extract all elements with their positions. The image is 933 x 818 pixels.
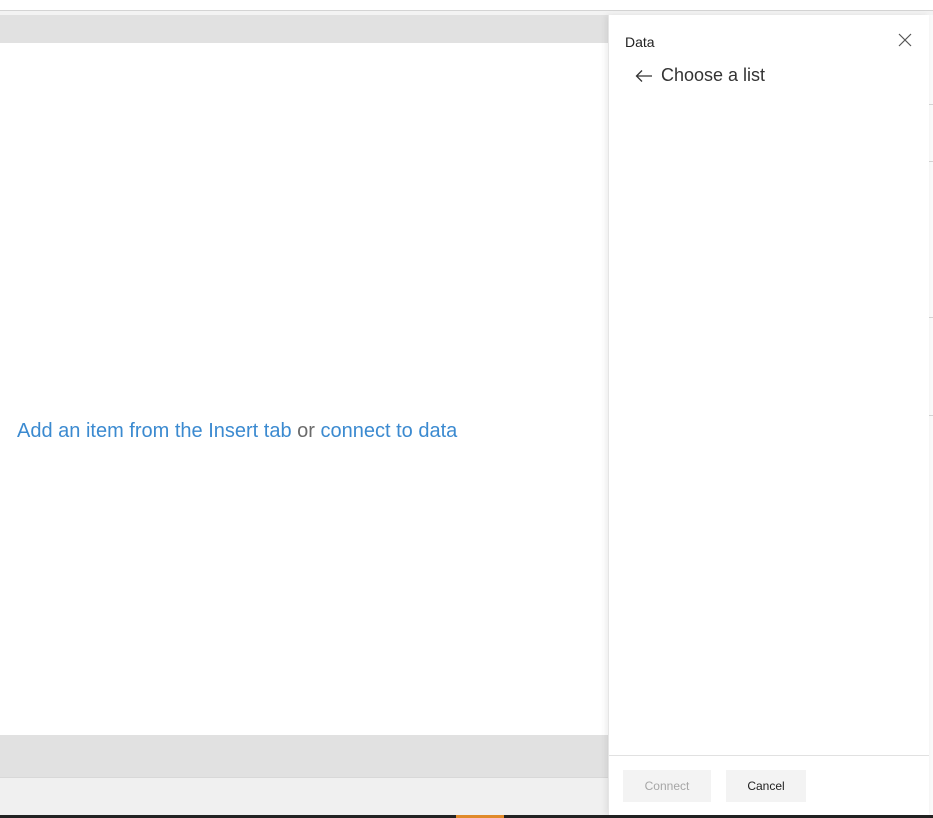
connect-button[interactable]: Connect <box>623 770 711 802</box>
empty-canvas-message: Add an item from the Insert tab or conne… <box>17 420 457 443</box>
arrow-left-icon[interactable] <box>635 69 653 83</box>
close-icon[interactable] <box>896 31 914 49</box>
panel-footer: Connect Cancel <box>609 755 929 816</box>
back-button[interactable]: Choose a list <box>635 65 765 86</box>
canvas-area[interactable]: Add an item from the Insert tab or conne… <box>0 43 608 735</box>
back-label: Choose a list <box>661 65 766 85</box>
divider <box>929 161 933 162</box>
or-text: or <box>297 420 315 442</box>
close-button[interactable] <box>896 31 914 49</box>
panel-title: Data <box>625 34 655 50</box>
data-panel: Data Choose a list Connect Cancel <box>608 15 929 815</box>
connect-to-data-link[interactable]: connect to data <box>321 420 458 442</box>
divider <box>929 104 933 105</box>
canvas-frame: Add an item from the Insert tab or conne… <box>0 15 608 777</box>
bottom-bar <box>0 777 608 818</box>
top-strip <box>0 0 933 11</box>
divider <box>929 317 933 318</box>
cancel-button[interactable]: Cancel <box>726 770 806 802</box>
insert-tab-link[interactable]: Add an item from the Insert tab <box>17 420 292 442</box>
divider <box>929 415 933 416</box>
